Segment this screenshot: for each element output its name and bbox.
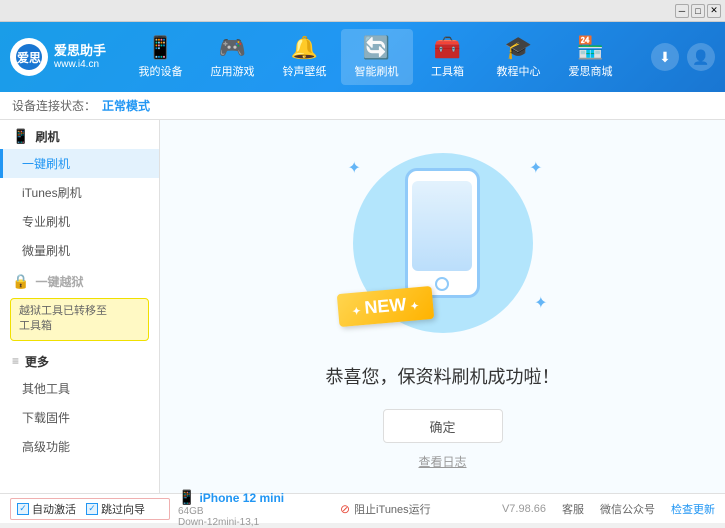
nav-toolbox[interactable]: 🧰 工具箱: [413, 29, 483, 85]
sidebar-section-flash: 📱 刷机: [0, 120, 159, 149]
advanced-label: 高级功能: [22, 440, 70, 454]
auto-connect-label: 自动激活: [32, 501, 76, 517]
main-layout: 📱 刷机 一键刷机 iTunes刷机 专业刷机 微量刷机 🔒 一键越狱 越狱工具…: [0, 120, 725, 493]
checkbox-area: ✓ 自动激活 ✓ 跳过向导: [10, 498, 170, 520]
flash-section-label: 刷机: [35, 128, 59, 145]
nav-think-city[interactable]: 🏪 爱思商城: [555, 29, 627, 85]
more-section-label: 更多: [25, 353, 49, 370]
toolbox-label: 工具箱: [431, 63, 464, 79]
sparkle-1: ✦: [348, 158, 361, 178]
content-area: ✦ ✦ ✦ NEW 恭喜您，保资料刷机成功啦！ 确定 查看日志: [160, 120, 725, 493]
confirm-button[interactable]: 确定: [383, 409, 503, 443]
nav-apps-games[interactable]: 🎮 应用游戏: [197, 29, 269, 85]
success-message: 恭喜您，保资料刷机成功啦！: [326, 363, 560, 389]
wechat-public-link[interactable]: 微信公众号: [600, 501, 655, 517]
ringtone-wallpaper-icon: 🔔: [291, 35, 318, 61]
toolbox-icon: 🧰: [434, 35, 461, 61]
download-button[interactable]: ⬇: [651, 43, 679, 71]
status-bar: 设备连接状态： 正常模式: [0, 92, 725, 120]
tutorial-center-icon: 🎓: [505, 35, 532, 61]
one-click-flash-label: 一键刷机: [22, 157, 70, 171]
confirm-button-label: 确定: [429, 417, 455, 436]
jailbreak-section-label: 一键越狱: [35, 273, 83, 290]
user-button[interactable]: 👤: [687, 43, 715, 71]
other-tools-label: 其他工具: [22, 382, 70, 396]
itunes-flash-label: iTunes刷机: [22, 186, 82, 200]
nav-smart-flash[interactable]: 🔄 智能刷机: [341, 29, 413, 85]
sidebar-section-more: ≡ 更多: [0, 345, 159, 374]
sidebar-item-pro-flash[interactable]: 专业刷机: [0, 207, 159, 236]
header-right: ⬇ 👤: [651, 43, 715, 71]
close-button[interactable]: ✕: [707, 4, 721, 18]
header: 爱思 爱思助手 www.i4.cn 📱 我的设备 🎮 应用游戏 🔔 铃声壁纸 🔄…: [0, 22, 725, 92]
skip-guide-checkbox-item: ✓ 跳过向导: [86, 501, 145, 517]
apps-games-label: 应用游戏: [211, 63, 255, 79]
stop-icon: ⊘: [340, 502, 350, 516]
logo-text: 爱思助手 www.i4.cn: [54, 43, 106, 71]
title-bar: ─ □ ✕: [0, 0, 725, 22]
logo-sub: www.i4.cn: [54, 59, 106, 71]
maximize-button[interactable]: □: [691, 4, 705, 18]
jailbreak-section-icon: 🔒: [12, 273, 29, 290]
flash-section-icon: 📱: [12, 128, 29, 145]
itunes-status-label: 阻止iTunes运行: [354, 501, 431, 517]
sidebar-item-micro-flash[interactable]: 微量刷机: [0, 236, 159, 265]
micro-flash-label: 微量刷机: [22, 244, 70, 258]
sidebar-section-jailbreak: 🔒 一键越狱: [0, 265, 159, 294]
sparkle-3: ✦: [534, 293, 547, 313]
auto-connect-checkbox-item: ✓ 自动激活: [17, 501, 76, 517]
phone-home-button: [435, 277, 449, 291]
smart-flash-icon: 🔄: [363, 35, 390, 61]
think-city-label: 爱思商城: [569, 63, 613, 79]
device-icon: 📱: [178, 489, 195, 506]
logo-icon: 爱思: [10, 38, 48, 76]
sidebar-item-itunes-flash[interactable]: iTunes刷机: [0, 178, 159, 207]
sidebar-item-other-tools[interactable]: 其他工具: [0, 374, 159, 403]
think-city-icon: 🏪: [577, 35, 604, 61]
my-device-label: 我的设备: [139, 63, 183, 79]
customer-service-link[interactable]: 客服: [562, 501, 584, 517]
phone-screen: [412, 181, 472, 271]
bottom-bar: ✓ 自动激活 ✓ 跳过向导 📱 iPhone 12 mini 64GB Down…: [0, 493, 725, 523]
pro-flash-label: 专业刷机: [22, 215, 70, 229]
device-info: 📱 iPhone 12 mini 64GB Down-12mini-13,1: [170, 489, 330, 528]
sidebar-item-download-firmware[interactable]: 下载固件: [0, 403, 159, 432]
jailbreak-notice: 越狱工具已转移至工具箱: [10, 298, 149, 341]
view-log-link[interactable]: 查看日志: [418, 453, 466, 470]
sparkle-2: ✦: [529, 158, 542, 178]
status-label: 设备连接状态：: [12, 97, 96, 114]
itunes-status: ⊘ 阻止iTunes运行: [340, 501, 431, 517]
device-storage: 64GB: [178, 506, 330, 517]
sidebar-item-advanced[interactable]: 高级功能: [0, 432, 159, 461]
my-device-icon: 📱: [147, 35, 174, 61]
nav-ringtone-wallpaper[interactable]: 🔔 铃声壁纸: [269, 29, 341, 85]
svg-text:爱思: 爱思: [17, 50, 41, 65]
logo-main: 爱思助手: [54, 43, 106, 59]
skip-guide-checkbox[interactable]: ✓: [86, 503, 98, 515]
skip-guide-label: 跳过向导: [101, 501, 145, 517]
bottom-right: V7.98.66 客服 微信公众号 检查更新: [431, 501, 715, 517]
download-firmware-label: 下载固件: [22, 411, 70, 425]
device-name: iPhone 12 mini: [199, 491, 284, 505]
smart-flash-label: 智能刷机: [355, 63, 399, 79]
phone-illustration: ✦ ✦ ✦ NEW: [333, 143, 553, 343]
auto-connect-checkbox[interactable]: ✓: [17, 503, 29, 515]
phone-body: [405, 168, 480, 298]
check-update-button[interactable]: 检查更新: [671, 501, 715, 517]
sidebar: 📱 刷机 一键刷机 iTunes刷机 专业刷机 微量刷机 🔒 一键越狱 越狱工具…: [0, 120, 160, 493]
logo-area: 爱思 爱思助手 www.i4.cn: [10, 38, 110, 76]
more-section-icon: ≡: [12, 354, 19, 368]
status-value: 正常模式: [102, 97, 150, 114]
apps-games-icon: 🎮: [219, 35, 246, 61]
nav-tutorial-center[interactable]: 🎓 教程中心: [483, 29, 555, 85]
nav-my-device[interactable]: 📱 我的设备: [125, 29, 197, 85]
nav-bar: 📱 我的设备 🎮 应用游戏 🔔 铃声壁纸 🔄 智能刷机 🧰 工具箱 🎓 教程中心…: [110, 29, 641, 85]
minimize-button[interactable]: ─: [675, 4, 689, 18]
version-label: V7.98.66: [502, 503, 546, 515]
tutorial-center-label: 教程中心: [497, 63, 541, 79]
sidebar-item-one-click-flash[interactable]: 一键刷机: [0, 149, 159, 178]
ringtone-wallpaper-label: 铃声壁纸: [283, 63, 327, 79]
